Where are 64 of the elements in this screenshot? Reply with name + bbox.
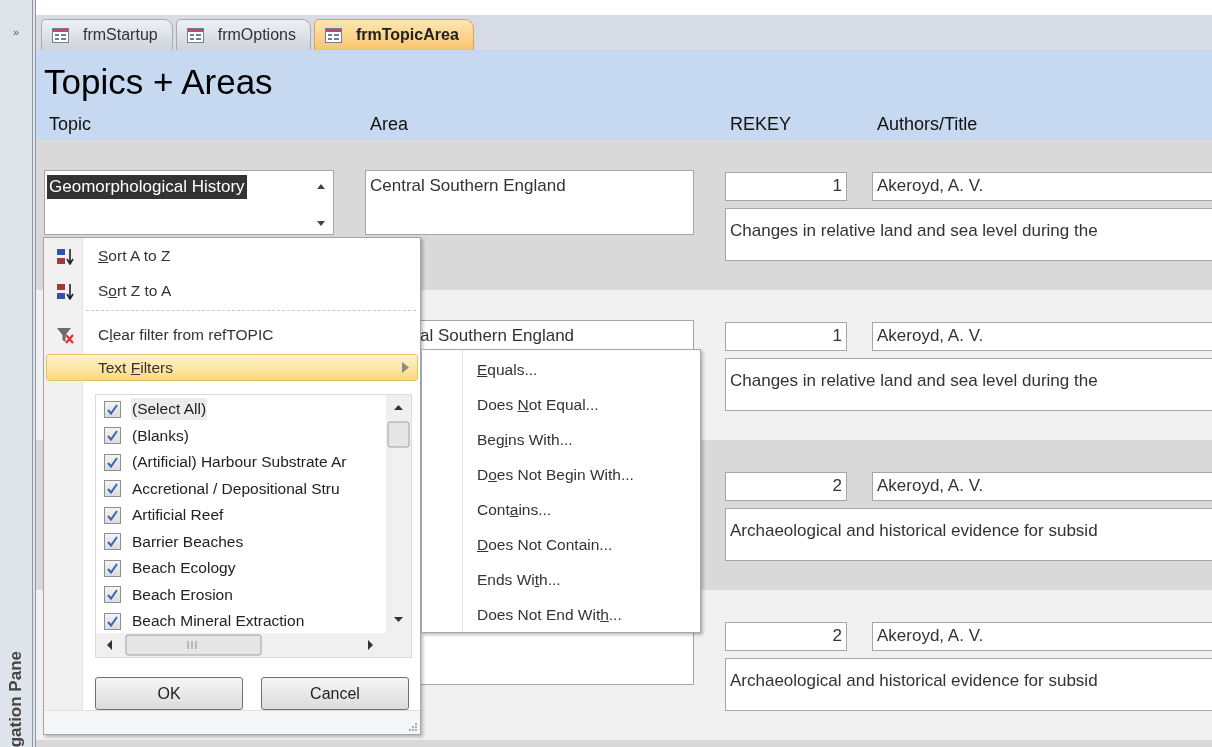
menu-item[interactable]: Begins With... [422, 422, 700, 457]
clear-filter-icon [56, 325, 74, 344]
author-field[interactable]: Akeroyd, A. V. [872, 172, 1212, 201]
checkbox[interactable] [104, 586, 121, 604]
title-field[interactable]: Archaeological and historical evidence for subsid [725, 508, 1212, 561]
sort-ascending-icon [56, 246, 74, 265]
column-label: REKEY [729, 114, 793, 135]
column-label: Area [369, 114, 410, 135]
topic-listbox[interactable]: Geomorphological History [44, 170, 334, 235]
dialog-button[interactable]: Cancel [261, 677, 409, 710]
form-icon [186, 27, 204, 43]
menu-item[interactable]: Does Not Equal... [422, 387, 700, 422]
resize-grip-icon [408, 722, 417, 731]
menu-item[interactable]: Does Not Begin With... [422, 457, 700, 492]
checkbox[interactable] [104, 612, 121, 630]
sort-descending-icon [56, 281, 74, 300]
menu-item[interactable]: Clear filter from refTOPIC [46, 317, 418, 352]
form-icon [324, 27, 342, 43]
checkbox[interactable] [104, 400, 121, 418]
checkbox[interactable] [104, 427, 121, 445]
pane-label: gation Pane [6, 650, 26, 747]
title-field[interactable]: Changes in relative land and sea level during the [725, 358, 1212, 411]
rekey-field[interactable]: 1 [725, 172, 847, 201]
menu-item[interactable]: Ends With... [422, 562, 700, 597]
checkbox[interactable] [104, 506, 121, 524]
title-field[interactable]: Changes in relative land and sea level during the [725, 208, 1212, 261]
form-title: Topics + Areas [44, 62, 274, 102]
rekey-field[interactable]: 2 [725, 472, 847, 501]
menu-item[interactable]: Contains... [422, 492, 700, 527]
column-label: Authors/Title [876, 114, 979, 135]
form-icon [52, 27, 69, 43]
menu-item[interactable]: Equals... [422, 352, 700, 387]
list-item[interactable]: (Blanks) [131, 424, 190, 447]
list-item[interactable]: Beach Erosion [131, 583, 234, 606]
list-item[interactable]: Accretional / Depositional Stru [131, 477, 341, 500]
rekey-field[interactable]: 2 [725, 622, 847, 651]
menu-item[interactable]: Text Filters [46, 354, 418, 381]
submenu-arrow-icon [402, 362, 409, 373]
list-item[interactable]: Barrier Beaches [131, 530, 245, 553]
author-field[interactable]: Akeroyd, A. V. [872, 622, 1212, 651]
list-item[interactable]: (Artificial) Harbour Substrate Ar [131, 451, 348, 474]
menu-item[interactable]: Sort A to Z [46, 238, 418, 273]
list-item[interactable]: (Select All) [131, 398, 208, 421]
author-field[interactable]: Akeroyd, A. V. [872, 472, 1212, 501]
area-field[interactable]: Central Southern England [365, 170, 694, 235]
list-item[interactable]: Beach Ecology [131, 557, 237, 580]
author-field[interactable]: Akeroyd, A. V. [872, 322, 1212, 351]
menu-item[interactable]: Does Not End With... [422, 597, 700, 632]
menu-item[interactable]: Sort Z to A [46, 273, 418, 308]
rekey-field[interactable]: 1 [725, 322, 847, 351]
dialog-button[interactable]: OK [95, 677, 243, 710]
menu-item[interactable]: Does Not Contain... [422, 527, 700, 562]
document-tab[interactable]: frmStartup [41, 19, 173, 50]
document-tab[interactable]: frmOptions [175, 19, 311, 50]
column-label: Topic [48, 114, 93, 135]
checkbox[interactable] [104, 559, 121, 577]
checkbox[interactable] [104, 453, 121, 471]
checkbox[interactable] [104, 533, 121, 551]
document-tab[interactable]: frmTopicArea [313, 19, 474, 50]
title-field[interactable]: Archaeological and historical evidence for subsid [725, 658, 1212, 711]
checkbox[interactable] [104, 480, 121, 498]
expand-button[interactable]: » [12, 26, 20, 38]
list-item[interactable]: Beach Mineral Extraction [131, 610, 306, 633]
list-item[interactable]: Artificial Reef [131, 504, 225, 527]
